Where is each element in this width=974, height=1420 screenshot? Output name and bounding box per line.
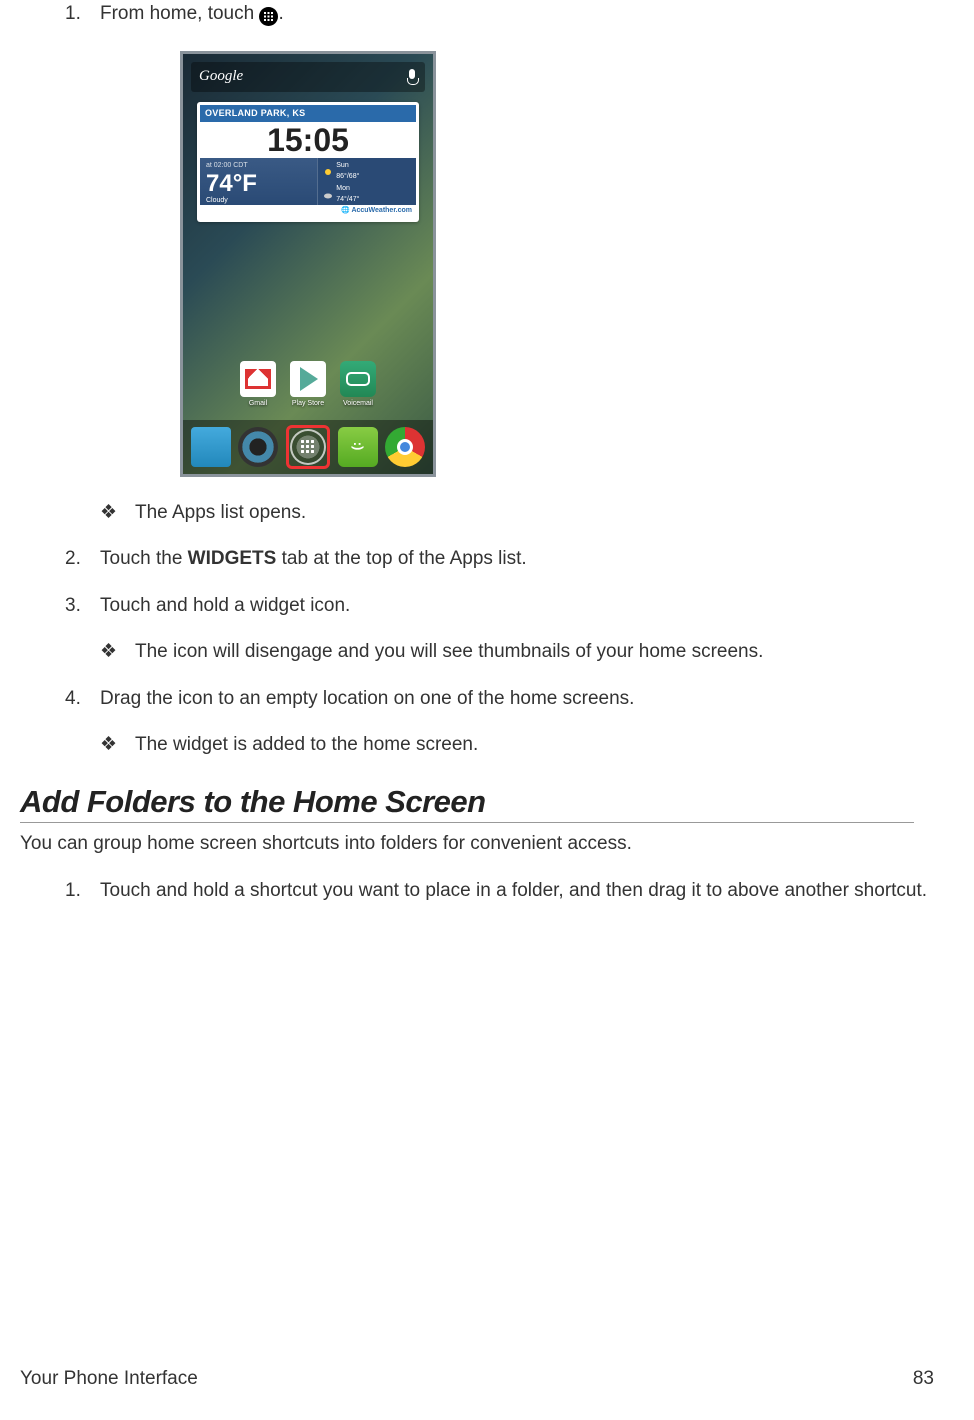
step-number: 2. [65,545,81,574]
step-text: Touch and hold a widget icon. [100,595,350,616]
step-text-after: tab at the top of the Apps list. [276,548,526,569]
section-description: You can group home screen shortcuts into… [20,831,934,858]
voicemail-app: Voicemail [337,361,379,410]
google-logo: Google [199,65,243,88]
step-2: 2. Touch the WIDGETS tab at the top of t… [65,545,934,574]
step-number: 3. [65,592,81,621]
weather-widget: OVERLAND PARK, KS 15:05 at 02:00 CDT 74°… [197,102,419,222]
camera-dock-icon [238,427,278,467]
weather-forecast: Sun 86°/68° Mon 74°/47° [317,158,416,205]
forecast-day: Sun [336,161,359,172]
playstore-icon [290,361,326,397]
apps-icon [259,7,278,26]
weather-location: OVERLAND PARK, KS [200,105,416,123]
search-bar: Google [191,62,425,92]
diamond-bullet-icon: ❖ [100,499,117,528]
diamond-bullet-icon: ❖ [100,638,117,667]
home-screenshot: Google OVERLAND PARK, KS 15:05 at 02:00 … [180,51,934,477]
sub-text: The Apps list opens. [135,502,306,523]
weather-current: at 02:00 CDT 74°F Cloudy [200,158,317,205]
forecast-day: Mon [336,184,359,195]
cloud-icon [323,190,333,200]
step-1: 1. From home, touch . Google OVERLAND PA… [65,0,934,527]
step-text: Touch the [100,548,188,569]
gmail-app: Gmail [237,361,279,410]
sub-bullet: ❖ The Apps list opens. [100,499,934,528]
step-text: Drag the icon to an empty location on on… [100,688,634,709]
apps-launcher-icon [290,429,326,465]
sun-icon [323,167,333,177]
step-text-after: . [278,3,283,24]
home-apps-row: Gmail Play Store Voicemail [183,361,433,410]
voicemail-icon [340,361,376,397]
forecast-hilo: 74°/47° [336,195,359,206]
footer-page-number: 83 [913,1368,934,1390]
app-label: Voicemail [337,399,379,410]
folders-step-1: 1. Touch and hold a shortcut you want to… [65,877,934,906]
step-number: 1. [65,0,81,29]
step-3: 3. Touch and hold a widget icon. ❖ The i… [65,592,934,667]
phone-frame: Google OVERLAND PARK, KS 15:05 at 02:00 … [180,51,436,477]
gmail-icon [240,361,276,397]
sub-text: The icon will disengage and you will see… [135,641,763,662]
sub-bullet: ❖ The icon will disengage and you will s… [100,638,934,667]
phone-dock-icon [191,427,231,467]
weather-time: 15:05 [200,122,416,158]
step-number: 4. [65,685,81,714]
app-label: Play Store [287,399,329,410]
sub-bullet: ❖ The widget is added to the home screen… [100,731,934,760]
weather-condition: Cloudy [206,196,311,207]
step-text: Touch and hold a shortcut you want to pl… [100,880,927,901]
step-number: 1. [65,877,81,906]
section-heading: Add Folders to the Home Screen [20,784,914,823]
forecast-hilo: 86°/68° [336,172,359,183]
widgets-label: WIDGETS [188,548,277,569]
mic-icon [407,69,417,85]
sub-text: The widget is added to the home screen. [135,734,478,755]
app-label: Gmail [237,399,279,410]
weather-subtime: at 02:00 CDT [206,161,311,172]
step-text: From home, touch [100,3,259,24]
diamond-bullet-icon: ❖ [100,731,117,760]
footer-section: Your Phone Interface [20,1368,198,1390]
step-4: 4. Drag the icon to an empty location on… [65,685,934,760]
dock [183,420,433,474]
page-footer: Your Phone Interface 83 [20,1368,934,1390]
weather-temp: 74°F [206,172,311,196]
apps-launcher-highlight [286,425,330,469]
messaging-dock-icon [338,427,378,467]
playstore-app: Play Store [287,361,329,410]
weather-provider: 🌐 AccuWeather.com [200,205,416,218]
chrome-dock-icon [385,427,425,467]
